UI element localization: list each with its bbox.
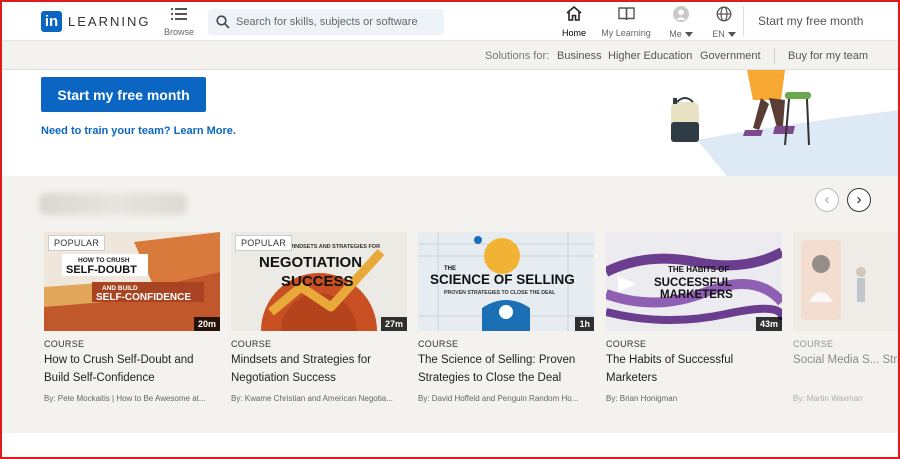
course-card[interactable]: MINDSETS AND STRATEGIES FOR NEGOTIATION … (231, 232, 407, 403)
course-title[interactable]: The Science of Selling: Proven Strategie… (418, 352, 594, 387)
course-thumbnail[interactable]: HOW TO CRUSH SELF-DOUBT AND BUILD SELF-C… (44, 232, 220, 331)
nav-language[interactable]: EN (709, 6, 739, 39)
duration-badge: 20m (193, 317, 220, 331)
course-authors: By: Pete Mockaitis | How to Be Awesome a… (44, 394, 206, 403)
thumb-line-2: SUCCESSFUL (654, 277, 732, 289)
course-thumbnail-art (793, 232, 900, 331)
course-thumbnail[interactable]: THE HABITS OF SUCCESSFUL MARKETERS 43m (606, 232, 782, 331)
solutions-divider (774, 48, 775, 64)
hero-section: Start my free month Need to train your t… (2, 70, 900, 176)
start-free-month-button[interactable]: Start my free month (41, 77, 206, 112)
carousel-next-button[interactable]: › (847, 188, 871, 212)
nav-divider (743, 6, 744, 36)
course-card[interactable]: THE HABITS OF SUCCESSFUL MARKETERS 43m C… (606, 232, 782, 403)
nav-me[interactable]: Me (666, 6, 696, 39)
thumb-line-3: AND BUILD (102, 285, 138, 292)
nav-language-wrap: EN (709, 29, 739, 39)
duration-badge: 1h (575, 317, 594, 331)
course-title[interactable]: Mindsets and Strategies for Negotiation … (231, 352, 407, 387)
duration-badge: 43m (755, 317, 782, 331)
nav-my-learning[interactable]: My Learning (600, 6, 652, 38)
course-title[interactable]: How to Crush Self-Doubt and Build Self-C… (44, 352, 220, 387)
browse-label: Browse (163, 27, 194, 37)
search-icon (216, 15, 230, 29)
course-authors: By: Martin Waxman (793, 394, 863, 403)
start-free-month-link[interactable]: Start my free month (758, 14, 863, 28)
course-thumbnail[interactable]: THE SCIENCE OF SELLING PROVEN STRATEGIES… (418, 232, 594, 331)
buy-for-team-link[interactable]: Buy for my team (788, 50, 868, 62)
course-title[interactable]: Social Media S... Strategies and... (793, 352, 900, 387)
hero-illustration (671, 70, 900, 176)
browse-grid-icon (171, 8, 187, 20)
course-card[interactable]: THE SCIENCE OF SELLING PROVEN STRATEGIES… (418, 232, 594, 403)
nav-home-label: Home (561, 28, 586, 38)
course-type-label: COURSE (418, 339, 459, 349)
course-type-label: COURSE (606, 339, 647, 349)
course-thumbnail[interactable] (793, 232, 900, 331)
course-type-label: COURSE (44, 339, 85, 349)
nav-home[interactable]: Home (561, 5, 587, 42)
solutions-bar: Solutions for: Business Higher Education… (2, 40, 898, 70)
course-title[interactable]: The Habits of Successful Marketers (606, 352, 782, 387)
solutions-business-link[interactable]: Business (557, 50, 602, 62)
course-card-partial-inner: COURSE Social Media S... Strategies and.… (793, 232, 900, 403)
thumb-line-2: NEGOTIATION (259, 254, 362, 271)
nav-me-label: Me (669, 29, 682, 39)
search-input[interactable] (236, 16, 436, 28)
course-authors: By: Brian Honigman (606, 394, 678, 403)
solutions-label: Solutions for: (485, 50, 550, 62)
popular-badge: POPULAR (235, 235, 293, 251)
chevron-right-icon: › (856, 191, 862, 208)
thumb-line-3: PROVEN STRATEGIES TO CLOSE THE DEAL (444, 290, 556, 296)
course-thumbnail-art: THE SCIENCE OF SELLING PROVEN STRATEGIES… (418, 232, 594, 331)
thumb-line-3: MARKETERS (660, 289, 733, 301)
thumb-line-2: SELF-DOUBT (66, 264, 137, 276)
course-type-label: COURSE (231, 339, 272, 349)
course-type-label: COURSE (793, 339, 834, 349)
popular-badge: POPULAR (48, 235, 106, 251)
chevron-left-icon: ‹ (824, 191, 830, 208)
solutions-government-link[interactable]: Government (700, 50, 761, 62)
course-card-partial[interactable]: COURSE Social Media S... Strategies and.… (793, 232, 900, 422)
logo-wordmark: LEARNING (68, 14, 151, 29)
courses-carousel: ‹ › HOW TO CRUSH SELF-DOUBT AND BUILD SE… (2, 176, 900, 433)
course-authors: By: Kwame Christian and American Negotia… (231, 394, 393, 403)
thumb-line-1: HOW TO CRUSH (78, 257, 130, 264)
thumb-line-3: SUCCESS (281, 273, 354, 290)
section-title-blurred (39, 193, 187, 215)
nav-language-label: EN (712, 29, 725, 39)
search-bar[interactable] (208, 9, 444, 35)
browse-button[interactable]: Browse (162, 7, 196, 37)
thumb-line-1: THE HABITS OF (668, 265, 729, 274)
avatar (673, 6, 689, 22)
thumb-line-2: SCIENCE OF SELLING (430, 272, 575, 287)
solutions-higher-education-link[interactable]: Higher Education (608, 50, 692, 62)
course-authors: By: David Hoffeld and Penguin Random Ho.… (418, 394, 579, 403)
learn-more-link[interactable]: Need to train your team? Learn More. (41, 125, 236, 137)
course-card[interactable]: HOW TO CRUSH SELF-DOUBT AND BUILD SELF-C… (44, 232, 220, 403)
nav-my-learning-label: My Learning (601, 28, 651, 38)
book-icon (617, 7, 635, 21)
duration-badge: 27m (380, 317, 407, 331)
course-thumbnail[interactable]: MINDSETS AND STRATEGIES FOR NEGOTIATION … (231, 232, 407, 331)
home-icon (566, 5, 582, 21)
thumb-line-4: SELF-CONFIDENCE (96, 292, 191, 303)
chevron-down-icon (727, 32, 736, 38)
top-nav: in LEARNING Browse Home My Learning (2, 2, 898, 42)
chevron-down-icon (684, 32, 693, 38)
globe-icon (716, 6, 732, 22)
linkedin-logo-icon: in (41, 11, 62, 32)
thumb-line-1: MINDSETS AND STRATEGIES FOR (289, 244, 380, 250)
carousel-prev-button[interactable]: ‹ (815, 188, 839, 212)
nav-me-wrap: Me (666, 29, 696, 39)
linkedin-learning-logo[interactable]: in LEARNING (41, 11, 150, 32)
